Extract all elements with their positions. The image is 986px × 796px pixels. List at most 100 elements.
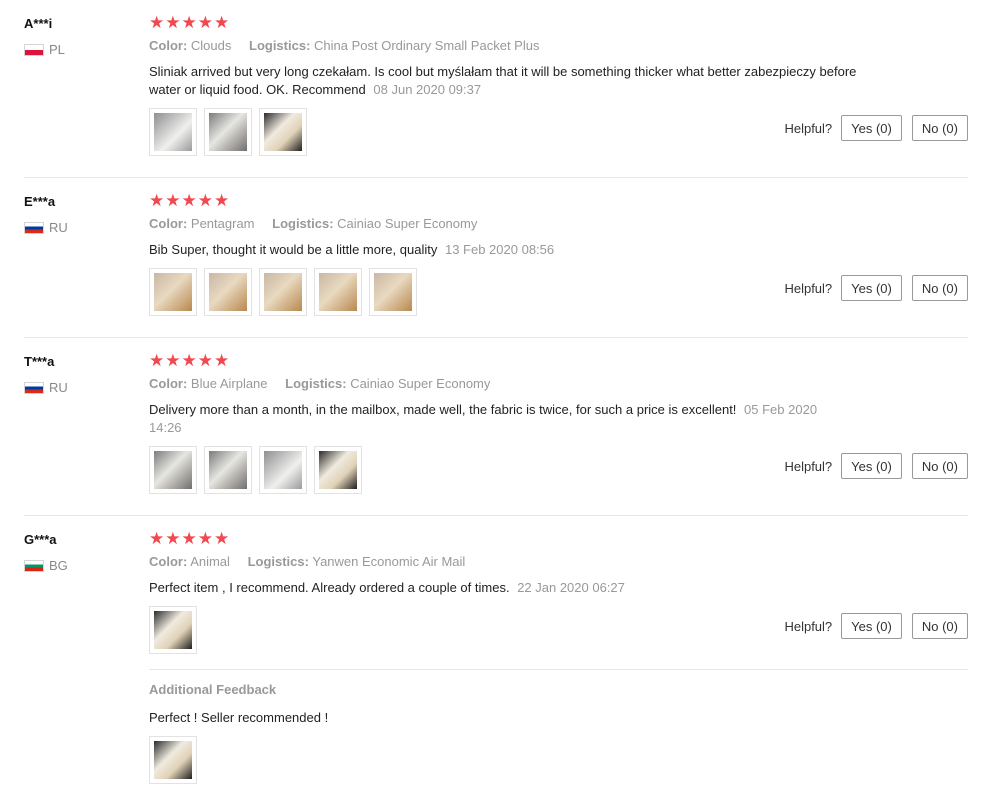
star-rating: ★ ★ ★ ★ ★ [149,351,230,371]
review-photo-thumbnail[interactable] [204,268,252,316]
star-icon: ★ [149,351,165,370]
helpful-yes-button[interactable]: Yes (0) [841,453,902,479]
review-photo-thumbnail[interactable] [204,108,252,156]
star-rating: ★ ★ ★ ★ ★ [149,529,230,549]
star-icon: ★ [214,191,230,210]
helpful-label: Helpful? [784,618,833,634]
reviewer-name: T***a [24,354,55,369]
review-date: 22 Jan 2020 06:27 [517,580,625,595]
logistics-value: Yanwen Economic Air Mail [312,554,466,569]
helpful-no-button[interactable]: No (0) [911,275,968,301]
star-icon: ★ [165,529,181,548]
order-info: Color: Clouds Logistics: China Post Ordi… [149,38,539,53]
additional-feedback-photos [149,736,204,784]
review-photo-thumbnail[interactable] [259,108,307,156]
star-icon: ★ [214,13,230,32]
color-label: Color: [149,216,188,231]
color-label: Color: [149,376,188,391]
star-icon: ★ [149,529,165,548]
review-photo-thumbnail[interactable] [149,268,197,316]
star-icon: ★ [181,13,197,32]
reviewer-name: E***a [24,194,56,209]
star-icon: ★ [214,529,230,548]
helpful-vote: Helpful? Yes (0) No (0) [784,613,968,639]
reviewer-country: PL [24,42,65,57]
review-item: T***a RU ★ ★ ★ ★ ★ Color: Blue Airplane … [0,351,968,516]
country-code: BG [49,558,68,573]
review-text: Bib Super, thought it would be a little … [149,241,859,259]
review-photo-thumbnail[interactable] [259,446,307,494]
additional-feedback-text: Perfect ! Seller recommended ! [149,710,329,725]
helpful-yes-button[interactable]: Yes (0) [841,613,902,639]
country-code: PL [49,42,65,57]
star-icon: ★ [181,191,197,210]
logistics-value: China Post Ordinary Small Packet Plus [314,38,540,53]
logistics-label: Logistics: [247,554,309,569]
star-rating: ★ ★ ★ ★ ★ [149,191,230,211]
review-photo-thumbnail[interactable] [149,736,197,784]
helpful-label: Helpful? [784,120,833,136]
star-icon: ★ [149,13,165,32]
helpful-no-button[interactable]: No (0) [911,613,968,639]
star-icon: ★ [165,13,181,32]
star-icon: ★ [197,351,213,370]
review-body: Perfect item , I recommend. Already orde… [149,580,510,595]
color-label: Color: [149,554,188,569]
star-icon: ★ [197,191,213,210]
star-icon: ★ [181,351,197,370]
review-photos [149,606,204,654]
review-item: E***a RU ★ ★ ★ ★ ★ Color: Pentagram Logi… [0,191,968,338]
review-photo-thumbnail[interactable] [149,446,197,494]
review-photo-thumbnail[interactable] [369,268,417,316]
review-divider [24,515,968,516]
helpful-vote: Helpful? Yes (0) No (0) [784,453,968,479]
color-value: Pentagram [190,216,255,231]
review-photo-thumbnail[interactable] [149,108,197,156]
bulgaria-flag-icon [24,559,44,572]
country-code: RU [49,380,68,395]
reviewer-country: BG [24,558,68,573]
star-icon: ★ [149,191,165,210]
review-photo-thumbnail[interactable] [204,446,252,494]
review-date: 08 Jun 2020 09:37 [373,82,482,97]
review-text: Delivery more than a month, in the mailb… [149,401,849,437]
helpful-no-button[interactable]: No (0) [911,115,968,141]
review-divider [24,177,968,178]
review-photo-thumbnail[interactable] [149,606,197,654]
order-info: Color: Blue Airplane Logistics: Cainiao … [149,376,490,391]
helpful-no-button[interactable]: No (0) [911,453,968,479]
logistics-value: Cainiao Super Economy [337,216,478,231]
review-body: Delivery more than a month, in the mailb… [149,402,737,417]
logistics-value: Cainiao Super Economy [350,376,491,391]
order-info: Color: Pentagram Logistics: Cainiao Supe… [149,216,477,231]
review-body: Sliniak arrived but very long czekałam. … [149,64,857,97]
russia-flag-icon [24,221,44,234]
review-photo-thumbnail[interactable] [314,446,362,494]
review-photos [149,446,369,494]
color-label: Color: [149,38,188,53]
review-photo-thumbnail[interactable] [259,268,307,316]
star-icon: ★ [197,529,213,548]
poland-flag-icon [24,43,44,56]
feedback-list: A***i PL ★ ★ ★ ★ ★ Color: Clouds Logisti… [0,0,986,796]
review-body: Bib Super, thought it would be a little … [149,242,438,257]
reviewer-country: RU [24,380,68,395]
review-photos [149,108,314,156]
review-photos [149,268,424,316]
helpful-label: Helpful? [784,280,833,296]
order-info: Color: Animal Logistics: Yanwen Economic… [149,554,465,569]
helpful-yes-button[interactable]: Yes (0) [841,275,902,301]
review-text: Perfect item , I recommend. Already orde… [149,579,859,597]
review-item: G***a BG ★ ★ ★ ★ ★ Color: Animal Logisti… [0,529,968,796]
reviewer-name: G***a [24,532,57,547]
color-value: Clouds [190,38,232,53]
helpful-vote: Helpful? Yes (0) No (0) [784,115,968,141]
reviewer-country: RU [24,220,68,235]
helpful-yes-button[interactable]: Yes (0) [841,115,902,141]
additional-feedback-divider [149,669,968,670]
review-date: 13 Feb 2020 08:56 [444,242,555,257]
logistics-label: Logistics: [285,376,347,391]
review-item: A***i PL ★ ★ ★ ★ ★ Color: Clouds Logisti… [0,13,968,178]
review-photo-thumbnail[interactable] [314,268,362,316]
star-icon: ★ [181,529,197,548]
